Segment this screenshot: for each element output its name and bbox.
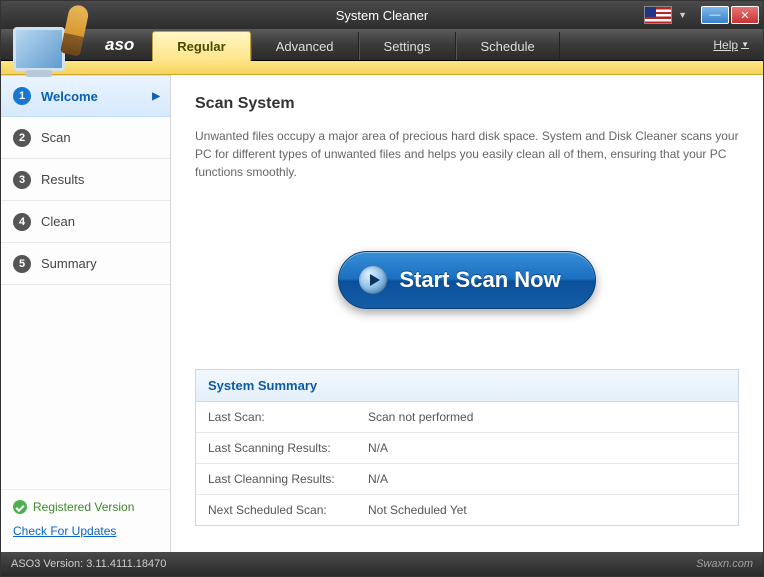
sidebar-step-summary[interactable]: 5 Summary bbox=[1, 243, 170, 285]
version-text: ASO3 Version: 3.11.4111.18470 bbox=[11, 558, 166, 570]
summary-row: Last Scanning Results: N/A bbox=[196, 433, 738, 464]
step-label: Results bbox=[41, 172, 84, 187]
minimize-button[interactable]: — bbox=[701, 6, 729, 24]
chevron-down-icon: ▼ bbox=[678, 10, 687, 20]
sidebar-step-welcome[interactable]: 1 Welcome ▶ bbox=[1, 75, 170, 117]
check-for-updates-link[interactable]: Check For Updates bbox=[13, 524, 158, 538]
summary-value: N/A bbox=[368, 472, 388, 486]
statusbar: ASO3 Version: 3.11.4111.18470 Swaxn.com bbox=[1, 552, 763, 576]
scan-button-container: Start Scan Now bbox=[195, 251, 739, 309]
registered-label: Registered Version bbox=[33, 500, 134, 514]
sidebar-step-results[interactable]: 3 Results bbox=[1, 159, 170, 201]
chevron-right-icon: ▶ bbox=[152, 91, 160, 102]
registered-version: Registered Version bbox=[13, 500, 158, 514]
summary-value: Scan not performed bbox=[368, 410, 473, 424]
logo-icon bbox=[13, 11, 91, 71]
start-scan-button[interactable]: Start Scan Now bbox=[338, 251, 595, 309]
summary-label: Next Scheduled Scan: bbox=[208, 503, 368, 517]
body: 1 Welcome ▶ 2 Scan 3 Results 4 Clean 5 S… bbox=[1, 75, 763, 552]
step-number-icon: 3 bbox=[13, 171, 31, 189]
tab-regular[interactable]: Regular bbox=[152, 31, 250, 61]
tab-strip: Regular Advanced Settings Schedule bbox=[152, 29, 559, 60]
summary-label: Last Scanning Results: bbox=[208, 441, 368, 455]
titlebar: System Cleaner ▼ — ✕ bbox=[1, 1, 763, 29]
watermark-text: Swaxn.com bbox=[696, 558, 753, 570]
scan-button-label: Start Scan Now bbox=[399, 267, 560, 293]
play-icon bbox=[359, 266, 387, 294]
menubar: aso Regular Advanced Settings Schedule H… bbox=[1, 29, 763, 61]
main-content: Scan System Unwanted files occupy a majo… bbox=[171, 75, 763, 552]
close-button[interactable]: ✕ bbox=[731, 6, 759, 24]
system-summary-panel: System Summary Last Scan: Scan not perfo… bbox=[195, 369, 739, 526]
minimize-icon: — bbox=[710, 9, 721, 21]
step-number-icon: 1 bbox=[13, 87, 31, 105]
sidebar-step-scan[interactable]: 2 Scan bbox=[1, 117, 170, 159]
summary-label: Last Cleanning Results: bbox=[208, 472, 368, 486]
step-label: Clean bbox=[41, 214, 75, 229]
app-window: System Cleaner ▼ — ✕ aso Regular Advance… bbox=[0, 0, 764, 577]
sidebar-footer: Registered Version Check For Updates bbox=[1, 489, 170, 552]
tab-settings[interactable]: Settings bbox=[359, 32, 456, 60]
step-number-icon: 4 bbox=[13, 213, 31, 231]
language-flag-button[interactable] bbox=[644, 6, 672, 24]
summary-row: Last Cleanning Results: N/A bbox=[196, 464, 738, 495]
summary-value: N/A bbox=[368, 441, 388, 455]
step-number-icon: 2 bbox=[13, 129, 31, 147]
summary-row: Last Scan: Scan not performed bbox=[196, 402, 738, 433]
summary-row: Next Scheduled Scan: Not Scheduled Yet bbox=[196, 495, 738, 525]
summary-label: Last Scan: bbox=[208, 410, 368, 424]
step-label: Scan bbox=[41, 130, 71, 145]
app-logo bbox=[1, 29, 101, 60]
titlebar-controls: ▼ — ✕ bbox=[644, 6, 763, 24]
step-label: Summary bbox=[41, 256, 97, 271]
chevron-down-icon: ▼ bbox=[741, 40, 749, 49]
window-title: System Cleaner bbox=[336, 8, 428, 23]
tab-schedule[interactable]: Schedule bbox=[456, 32, 560, 60]
page-description: Unwanted files occupy a major area of pr… bbox=[195, 127, 739, 181]
page-title: Scan System bbox=[195, 95, 739, 113]
help-link[interactable]: Help ▼ bbox=[699, 29, 763, 60]
tab-advanced[interactable]: Advanced bbox=[251, 32, 359, 60]
ribbon-accent bbox=[1, 61, 763, 75]
summary-value: Not Scheduled Yet bbox=[368, 503, 467, 517]
step-number-icon: 5 bbox=[13, 255, 31, 273]
help-label: Help bbox=[713, 38, 738, 52]
close-icon: ✕ bbox=[740, 9, 749, 22]
summary-heading: System Summary bbox=[196, 370, 738, 402]
brand-text: aso bbox=[101, 29, 152, 60]
step-label: Welcome bbox=[41, 89, 98, 104]
sidebar: 1 Welcome ▶ 2 Scan 3 Results 4 Clean 5 S… bbox=[1, 75, 171, 552]
check-circle-icon bbox=[13, 500, 27, 514]
sidebar-step-clean[interactable]: 4 Clean bbox=[1, 201, 170, 243]
